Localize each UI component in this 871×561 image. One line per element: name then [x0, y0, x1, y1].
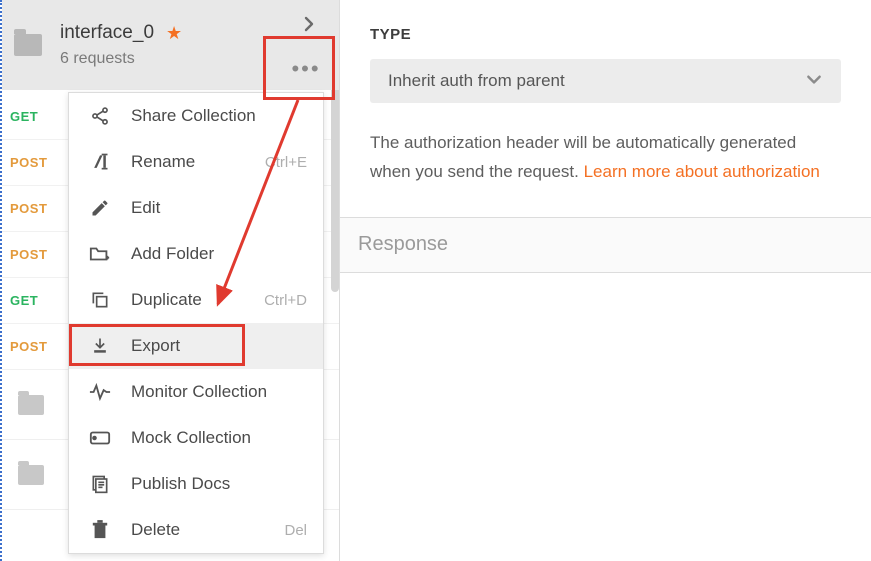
- auth-type-value: Inherit auth from parent: [388, 71, 565, 91]
- method-label: GET: [10, 109, 38, 124]
- menu-delete[interactable]: Delete Del: [69, 507, 323, 553]
- menu-label: Monitor Collection: [131, 382, 267, 402]
- menu-label: Export: [131, 336, 180, 356]
- menu-label: Edit: [131, 198, 160, 218]
- type-label: TYPE: [370, 26, 841, 43]
- method-label: POST: [10, 339, 47, 354]
- add-folder-icon: [87, 244, 113, 264]
- export-icon: [87, 336, 113, 356]
- menu-add-folder[interactable]: Add Folder: [69, 231, 323, 277]
- collection-context-menu: Share Collection Rename Ctrl+E Edit Add …: [68, 92, 324, 554]
- mock-icon: [87, 429, 113, 447]
- auth-help-text: The authorization header will be automat…: [370, 129, 841, 187]
- monitor-icon: [87, 382, 113, 402]
- share-icon: [87, 106, 113, 126]
- chevron-right-icon[interactable]: [295, 10, 323, 38]
- menu-mock-collection[interactable]: Mock Collection: [69, 415, 323, 461]
- method-label: POST: [10, 247, 47, 262]
- edit-icon: [87, 198, 113, 218]
- publish-icon: [87, 474, 113, 494]
- response-section-header[interactable]: Response: [340, 217, 871, 273]
- menu-edit[interactable]: Edit: [69, 185, 323, 231]
- menu-share-collection[interactable]: Share Collection: [69, 93, 323, 139]
- folder-icon: [18, 395, 44, 415]
- menu-rename[interactable]: Rename Ctrl+E: [69, 139, 323, 185]
- menu-shortcut: Del: [284, 522, 307, 539]
- collection-name-text: interface_0: [60, 22, 154, 44]
- duplicate-icon: [87, 290, 113, 310]
- menu-label: Rename: [131, 152, 195, 172]
- menu-shortcut: Ctrl+D: [264, 292, 307, 309]
- right-panel: TYPE Inherit auth from parent The author…: [340, 0, 871, 561]
- response-label: Response: [358, 233, 448, 256]
- more-options-icon[interactable]: •••: [289, 58, 323, 80]
- learn-more-link[interactable]: Learn more about authorization: [584, 162, 820, 181]
- folder-icon: [14, 34, 42, 56]
- menu-label: Delete: [131, 520, 180, 540]
- menu-label: Duplicate: [131, 290, 202, 310]
- rename-icon: [87, 152, 113, 172]
- menu-label: Share Collection: [131, 106, 256, 126]
- method-label: POST: [10, 155, 47, 170]
- method-label: POST: [10, 201, 47, 216]
- menu-label: Publish Docs: [131, 474, 230, 494]
- menu-duplicate[interactable]: Duplicate Ctrl+D: [69, 277, 323, 323]
- star-icon[interactable]: ★: [166, 23, 182, 44]
- method-label: GET: [10, 293, 38, 308]
- menu-export[interactable]: Export: [69, 323, 323, 369]
- authorization-section: TYPE Inherit auth from parent The author…: [340, 0, 871, 217]
- menu-monitor-collection[interactable]: Monitor Collection: [69, 369, 323, 415]
- collection-name: interface_0 ★: [60, 22, 325, 44]
- delete-icon: [87, 520, 113, 540]
- chevron-down-icon: [805, 70, 823, 93]
- menu-shortcut: Ctrl+E: [265, 154, 307, 171]
- menu-label: Add Folder: [131, 244, 214, 264]
- auth-type-select[interactable]: Inherit auth from parent: [370, 59, 841, 103]
- collection-header[interactable]: interface_0 ★ 6 requests •••: [2, 0, 339, 90]
- collection-sub: 6 requests: [60, 50, 325, 68]
- folder-icon: [18, 465, 44, 485]
- menu-label: Mock Collection: [131, 428, 251, 448]
- menu-publish-docs[interactable]: Publish Docs: [69, 461, 323, 507]
